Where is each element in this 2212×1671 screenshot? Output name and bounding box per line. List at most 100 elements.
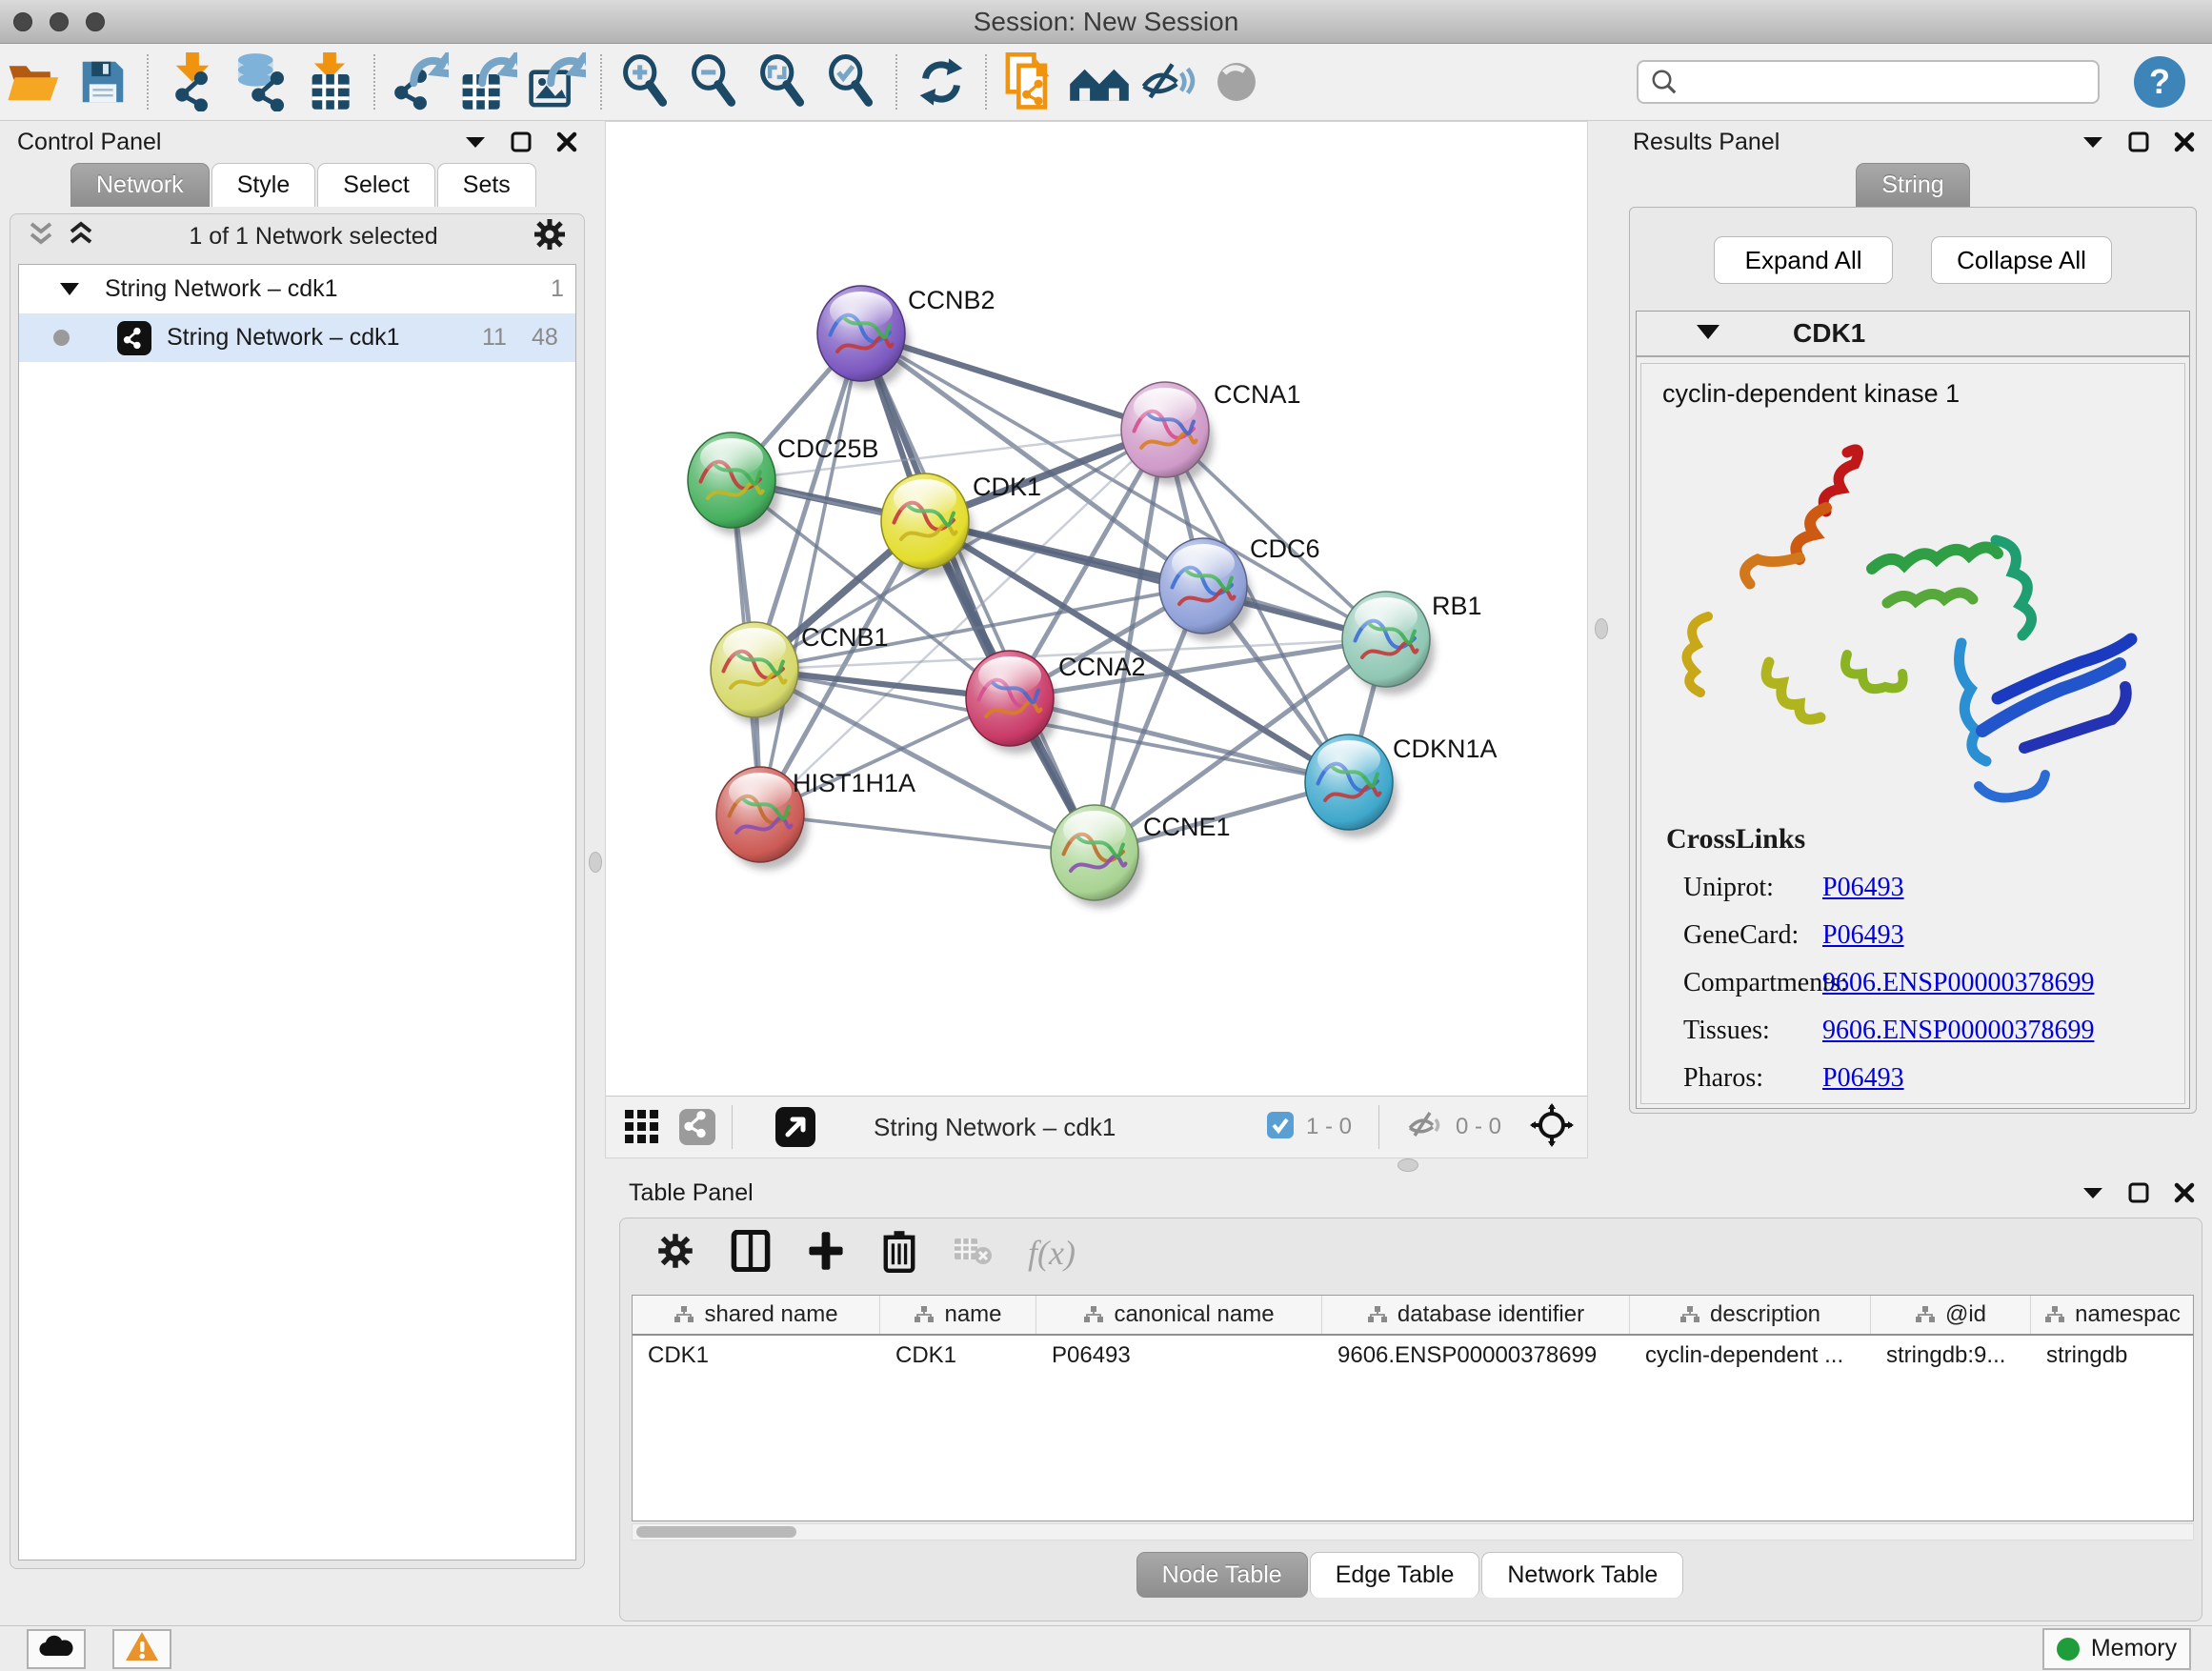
fit-crosshair-icon[interactable] (1530, 1103, 1574, 1152)
hide-selected-button[interactable] (1134, 51, 1202, 112)
node-label-HIST1H1A[interactable]: HIST1H1A (793, 769, 915, 797)
panel-float-icon[interactable] (2128, 1182, 2149, 1203)
open-session-button[interactable] (0, 51, 69, 112)
collapse-all-button[interactable]: Collapse All (1931, 236, 2112, 284)
column-header-canonical-name[interactable]: canonical name (1036, 1296, 1322, 1334)
node-label-CCNE1[interactable]: CCNE1 (1143, 813, 1231, 841)
network-view-mode-icon[interactable] (678, 1108, 716, 1146)
column-header-database-identifier[interactable]: database identifier (1322, 1296, 1630, 1334)
table-cell[interactable]: 9606.ENSP00000378699 (1322, 1336, 1630, 1376)
crosslink-link[interactable]: P06493 (1822, 873, 1904, 903)
selected-checkbox-icon[interactable] (1266, 1111, 1295, 1144)
save-session-button[interactable] (69, 51, 137, 112)
network-canvas[interactable]: CCNB2CCNA1CDC25BCDK1CDC6RB1CCNB1CCNA2CDK… (606, 122, 1587, 1096)
hidden-eye-icon[interactable] (1406, 1109, 1444, 1146)
table-cell[interactable]: CDK1 (880, 1336, 1036, 1376)
crosslink-link[interactable]: P06493 (1822, 1063, 1904, 1094)
grid-view-icon[interactable] (623, 1108, 661, 1146)
network-collection-row[interactable]: String Network – cdk1 1 (19, 265, 575, 313)
column-header-namespac[interactable]: namespac (2031, 1296, 2194, 1334)
birds-eye-view-icon[interactable] (774, 1106, 816, 1148)
help-button[interactable]: ? (2134, 56, 2185, 108)
minimize-window-button[interactable] (50, 12, 69, 31)
table-cell[interactable]: stringdb:9... (1871, 1336, 2031, 1376)
node-table[interactable]: shared namenamecanonical namedatabase id… (632, 1295, 2194, 1521)
control-tab-network[interactable]: Network (70, 163, 210, 207)
panel-close-icon[interactable] (2174, 1182, 2195, 1203)
network-edge[interactable] (760, 333, 861, 815)
add-column-icon[interactable] (807, 1230, 845, 1277)
right-splitter-handle[interactable] (1595, 618, 1608, 639)
results-tab-string[interactable]: String (1856, 163, 1969, 207)
close-window-button[interactable] (13, 12, 32, 31)
zoom-window-button[interactable] (86, 12, 105, 31)
bottom-splitter-handle[interactable] (1398, 1158, 1418, 1172)
network-edge[interactable] (760, 430, 1165, 815)
expand-all-icon[interactable] (68, 220, 94, 253)
node-label-RB1[interactable]: RB1 (1432, 592, 1482, 620)
panel-close-icon[interactable] (556, 131, 577, 152)
column-header-name[interactable]: name (880, 1296, 1036, 1334)
table-settings-gear-icon[interactable] (656, 1232, 694, 1275)
node-label-CCNB2[interactable]: CCNB2 (908, 286, 995, 314)
clone-network-button[interactable] (996, 51, 1065, 112)
panel-menu-icon[interactable] (2082, 1186, 2103, 1199)
panel-float-icon[interactable] (2128, 131, 2149, 152)
node-label-CDK1[interactable]: CDK1 (973, 473, 1041, 501)
zoom-fit-button[interactable] (749, 51, 817, 112)
delete-column-icon[interactable] (881, 1229, 917, 1278)
import-network-button[interactable] (158, 51, 227, 112)
node-label-CDC6[interactable]: CDC6 (1250, 534, 1320, 563)
crosslink-link[interactable]: 9606.ENSP00000378699 (1822, 1016, 2094, 1046)
crosslink-link[interactable]: P06493 (1822, 920, 1904, 951)
expand-all-button[interactable]: Expand All (1714, 236, 1893, 284)
panel-menu-icon[interactable] (2082, 135, 2103, 149)
network-node-CCNA2[interactable] (966, 651, 1058, 754)
network-row[interactable]: String Network – cdk1 11 48 (19, 313, 575, 362)
export-image-button[interactable] (522, 51, 591, 112)
import-table-button[interactable] (295, 51, 364, 112)
zoom-out-button[interactable] (680, 51, 749, 112)
panel-close-icon[interactable] (2174, 131, 2195, 152)
table-cell[interactable]: cyclin-dependent ... (1630, 1336, 1871, 1376)
collection-expand-icon[interactable] (59, 275, 80, 303)
node-label-CCNA1[interactable]: CCNA1 (1214, 380, 1301, 409)
table-cell[interactable]: stringdb (2031, 1336, 2194, 1376)
network-edge[interactable] (760, 815, 1095, 853)
network-node-CDK1[interactable] (881, 473, 974, 576)
cloud-status-button[interactable] (27, 1629, 86, 1669)
control-tab-sets[interactable]: Sets (437, 163, 536, 207)
table-horizontal-scrollbar[interactable] (632, 1523, 2194, 1540)
network-node-CDKN1A[interactable] (1305, 735, 1398, 837)
panel-menu-icon[interactable] (465, 135, 486, 149)
network-node-CCNB2[interactable] (817, 286, 910, 389)
neighbors-button[interactable] (1065, 51, 1134, 112)
search-box[interactable] (1637, 60, 2100, 104)
export-table-button[interactable] (453, 51, 522, 112)
network-node-RB1[interactable] (1342, 592, 1435, 695)
show-all-button[interactable] (1202, 51, 1271, 112)
node-label-CDC25B[interactable]: CDC25B (777, 434, 879, 463)
node-label-CDKN1A[interactable]: CDKN1A (1393, 735, 1498, 763)
zoom-in-button[interactable] (612, 51, 680, 112)
column-header-shared-name[interactable]: shared name (633, 1296, 880, 1334)
zoom-selected-button[interactable] (817, 51, 886, 112)
collapse-all-icon[interactable] (28, 220, 54, 253)
left-splitter-handle[interactable] (589, 852, 602, 873)
control-tab-style[interactable]: Style (211, 163, 316, 207)
network-node-CCNE1[interactable] (1051, 805, 1143, 908)
column-header-@id[interactable]: @id (1871, 1296, 2031, 1334)
node-label-CCNB1[interactable]: CCNB1 (801, 623, 889, 652)
crosslink-link[interactable]: 9606.ENSP00000378699 (1822, 968, 2094, 998)
export-network-button[interactable] (385, 51, 453, 112)
control-tab-select[interactable]: Select (317, 163, 434, 207)
import-network-from-database-button[interactable] (227, 51, 295, 112)
table-tab-network-table[interactable]: Network Table (1481, 1552, 1683, 1598)
network-options-gear-icon[interactable] (533, 217, 567, 256)
network-node-CDC25B[interactable] (688, 433, 780, 535)
table-row[interactable]: CDK1CDK1P064939606.ENSP00000378699cyclin… (633, 1336, 2193, 1376)
warnings-button[interactable] (112, 1629, 171, 1669)
scrollbar-thumb[interactable] (636, 1526, 796, 1538)
column-header-description[interactable]: description (1630, 1296, 1871, 1334)
refresh-button[interactable] (907, 51, 975, 112)
